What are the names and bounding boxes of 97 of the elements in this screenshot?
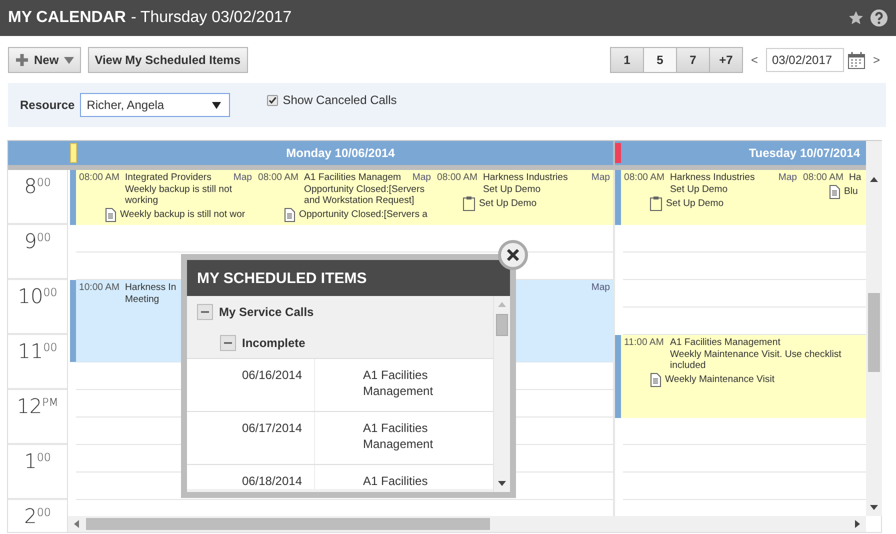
map-link[interactable]: Map: [591, 282, 610, 294]
document-icon: [105, 208, 116, 222]
close-button[interactable]: [498, 240, 528, 270]
document-icon: [829, 184, 840, 198]
event-time: 10:00 AM: [79, 282, 121, 294]
hour-label: 12$^{PM}$: [8, 390, 67, 445]
day-title: Monday 10/06/2014: [286, 146, 395, 160]
schedule-row[interactable]: 06/17/2014 A1 Facilities Management: [187, 411, 493, 464]
date-field[interactable]: 03/02/2017: [766, 48, 844, 72]
map-link[interactable]: Map: [412, 172, 431, 184]
calendar-event[interactable]: 08:00 AM A1 Facilities Managem Map Opportunity Closed:[Servers and Workstation Request] Opportunity Closed:[Servers a: [255, 170, 434, 225]
collapse-toggle[interactable]: [197, 304, 213, 320]
horizontal-scrollbar[interactable]: [68, 516, 866, 532]
event-time: 08:00 AM: [258, 172, 300, 184]
map-link[interactable]: Map: [591, 172, 610, 184]
day-title: Tuesday 10/07/2014: [748, 146, 860, 160]
scrollbar-thumb[interactable]: [86, 518, 490, 530]
map-link[interactable]: Map: [233, 172, 252, 184]
event-title: Harkness In: [125, 282, 178, 294]
help-icon[interactable]: [870, 9, 888, 27]
event-item-text: Set Up Demo: [666, 198, 724, 210]
hour-label: 9$^{00}$: [8, 225, 67, 280]
map-link[interactable]: Map: [778, 172, 797, 184]
previous-button[interactable]: <: [746, 53, 762, 67]
event-description: Weekly Maintenance Visit. Use checklist included: [670, 348, 842, 372]
event-description: Set Up Demo: [670, 184, 728, 195]
hour-label: 10$^{00}$: [8, 280, 67, 335]
star-icon[interactable]: [848, 10, 864, 26]
clipboard-icon: [650, 196, 662, 211]
scroll-up-icon[interactable]: [870, 177, 878, 182]
schedule-row[interactable]: 06/16/2014 A1 Facilities Management: [187, 358, 493, 411]
next-button[interactable]: >: [868, 53, 884, 67]
scrollbar-thumb[interactable]: [868, 293, 880, 372]
resource-select[interactable]: Richer, Angela: [80, 93, 230, 117]
view-tab[interactable]: 5: [642, 47, 677, 73]
caret-icon: [64, 56, 74, 64]
schedule-row[interactable]: 06/18/2014 A1 Facilities: [187, 464, 493, 489]
caret-icon: [212, 102, 221, 108]
date-cell-text: 06/16/2014: [240, 367, 303, 384]
event-time: 08:00 AM: [79, 172, 121, 184]
view-tab[interactable]: 1: [610, 47, 644, 73]
event-title: A1 Facilities Management: [670, 337, 782, 348]
new-button[interactable]: New: [8, 47, 81, 73]
calendar-event[interactable]: 11:00 AM A1 Facilities Management Weekly Maintenance Visit. Use checklist included Weekly Maintenance Visit: [615, 335, 866, 418]
calendar-icon[interactable]: [848, 52, 865, 68]
resource-label: Resource: [20, 98, 75, 112]
event-title: Ha: [849, 172, 862, 184]
event-description: Weekly backup is still not working: [125, 184, 233, 206]
hour-label: 1$^{00}$: [8, 445, 67, 500]
event-title: Integrated Providers: [125, 172, 212, 184]
calendar-event[interactable]: 08:00 AM Harkness Industries Map Set Up Demo Set Up Demo: [615, 170, 800, 225]
document-icon: [650, 372, 661, 386]
checkbox-label: Show Canceled Calls: [282, 93, 397, 107]
event-description: Opportunity Closed:[Servers and Workstation Request]: [304, 184, 426, 206]
event-description: Meeting: [125, 294, 160, 305]
checkbox[interactable]: [266, 94, 278, 106]
scheduled-items-button[interactable]: View My Scheduled Items: [88, 47, 248, 73]
event-title: Harkness Industries: [670, 172, 756, 184]
event-title: A1 Facilities Managem: [304, 172, 402, 184]
calendar-event[interactable]: 08:00 AM Integrated Providers Map Weekly backup is still not working Weekly backup is still not wor: [70, 170, 255, 225]
vertical-scrollbar[interactable]: [866, 141, 882, 516]
event-item-text: Weekly Maintenance Visit: [665, 374, 774, 386]
popup-scrollbar[interactable]: [493, 296, 510, 492]
scroll-down-icon[interactable]: [498, 481, 506, 486]
calendar-event[interactable]: 08:00 AM Ha Blu: [800, 170, 866, 225]
event-item-text: Opportunity Closed:[Servers a: [299, 208, 428, 220]
window-subtitle: - Thursday 03/02/2017: [130, 9, 292, 27]
event-time: 08:00 AM: [437, 172, 479, 184]
hour-label: 11$^{00}$: [8, 335, 67, 390]
collapse-toggle[interactable]: [220, 334, 236, 350]
popup-title: MY SCHEDULED ITEMS: [187, 260, 510, 296]
window-title: MY CALENDAR: [8, 9, 126, 27]
event-item-text: Weekly backup is still not wor: [120, 208, 246, 220]
scroll-right-icon[interactable]: [855, 520, 860, 528]
scroll-down-icon[interactable]: [870, 505, 878, 510]
date-cell-text: 06/17/2014: [240, 420, 303, 437]
hour-label: 8$^{00}$: [8, 170, 67, 225]
close-icon: [506, 248, 520, 262]
view-tab[interactable]: +7: [708, 47, 743, 73]
calendar-event[interactable]: 08:00 AM Harkness Industries Map Set Up Demo Set Up Demo: [434, 170, 613, 225]
event-time: 11:00 AM: [624, 337, 665, 348]
date-cell-text: 06/18/2014: [240, 473, 303, 489]
scroll-left-icon[interactable]: [74, 520, 79, 528]
event-item-text: Blu: [844, 186, 858, 198]
document-icon: [284, 208, 295, 222]
event-time: 08:00 AM: [803, 172, 845, 184]
scrollbar-thumb[interactable]: [496, 314, 508, 336]
company-cell: A1 Facilities: [314, 465, 453, 489]
plus-icon: [15, 53, 29, 67]
clipboard-icon: [463, 196, 475, 211]
event-item-text: Set Up Demo: [479, 198, 537, 210]
tree-group-label[interactable]: My Service Calls: [219, 304, 314, 318]
tree-group-label[interactable]: Incomplete: [242, 336, 306, 350]
event-time: 08:00 AM: [624, 172, 666, 184]
event-description: Set Up Demo: [483, 184, 541, 195]
view-tab[interactable]: 7: [676, 47, 710, 73]
event-title: Harkness Industries: [483, 172, 569, 184]
